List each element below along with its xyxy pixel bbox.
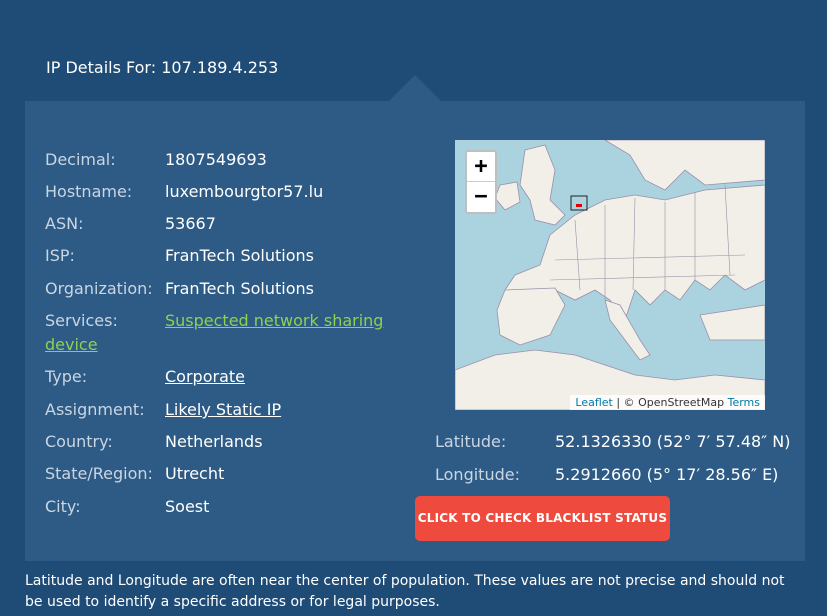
- coordinates-disclaimer: Latitude and Longitude are often near th…: [25, 573, 785, 610]
- check-blacklist-button[interactable]: CLICK TO CHECK BLACKLIST STATUS: [415, 496, 670, 541]
- isp-label: ISP:: [45, 246, 75, 265]
- attribution-separator: | ©: [612, 396, 639, 409]
- latitude-value: 52.1326330 (52° 7′ 57.48″ N): [555, 432, 791, 451]
- type-label: Type:: [45, 367, 88, 386]
- terms-link[interactable]: Terms: [728, 396, 760, 409]
- asn-label: ASN:: [45, 214, 84, 233]
- country-value: Netherlands: [165, 432, 263, 451]
- hostname-value: luxembourgtor57.lu: [165, 182, 324, 201]
- location-map[interactable]: + − Leaflet | © OpenStreetMap Terms: [455, 140, 765, 410]
- assignment-label: Assignment:: [45, 400, 145, 419]
- osm-text: OpenStreetMap: [638, 396, 725, 409]
- leaflet-link[interactable]: Leaflet: [575, 396, 612, 409]
- decimal-label: Decimal:: [45, 150, 116, 169]
- page-title: IP Details For: 107.189.4.253: [46, 58, 279, 77]
- panel-notch: [389, 75, 441, 101]
- decimal-value: 1807549693: [165, 150, 267, 169]
- isp-value: FranTech Solutions: [165, 246, 314, 265]
- ip-details-page: IP Details For: 107.189.4.253 Decimal: 1…: [0, 0, 827, 616]
- details-panel: Decimal: 1807549693 Hostname: luxembourg…: [25, 101, 805, 561]
- state-label: State/Region:: [45, 464, 153, 483]
- zoom-controls: + −: [465, 150, 497, 214]
- organization-value: FranTech Solutions: [165, 279, 314, 298]
- longitude-label: Longitude:: [435, 465, 520, 484]
- row-services: Services: Suspected network sharing devic…: [45, 309, 405, 357]
- map-tiles: [455, 140, 765, 410]
- organization-label: Organization:: [45, 279, 153, 298]
- services-label: Services:: [45, 311, 118, 330]
- latitude-label: Latitude:: [435, 432, 507, 451]
- assignment-link[interactable]: Likely Static IP: [165, 398, 281, 422]
- zoom-out-button[interactable]: −: [467, 182, 495, 212]
- state-value: Utrecht: [165, 464, 225, 483]
- hostname-label: Hostname:: [45, 182, 133, 201]
- zoom-in-button[interactable]: +: [467, 152, 495, 182]
- asn-value: 53667: [165, 214, 216, 233]
- longitude-value: 5.2912660 (5° 17′ 28.56″ E): [555, 465, 779, 484]
- type-link[interactable]: Corporate: [165, 365, 245, 389]
- country-label: Country:: [45, 432, 113, 451]
- map-attribution: Leaflet | © OpenStreetMap Terms: [570, 395, 765, 410]
- city-label: City:: [45, 497, 81, 516]
- city-value: Soest: [165, 497, 210, 516]
